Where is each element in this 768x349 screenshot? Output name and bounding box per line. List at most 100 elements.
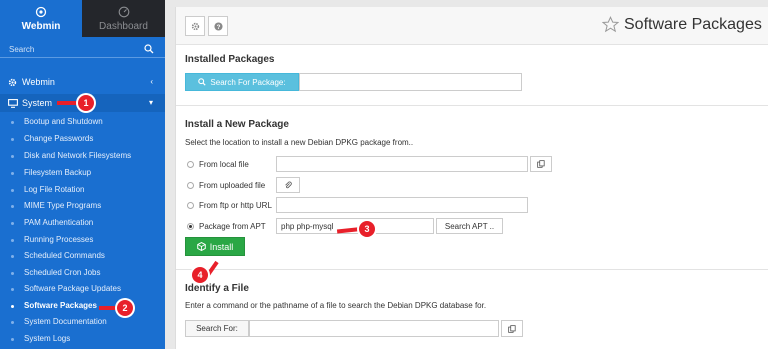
install-new-package-description: Select the location to install a new Deb… <box>185 138 414 147</box>
page-title: Software Packages <box>624 16 762 33</box>
sidebar-item-system-label: System <box>22 98 53 108</box>
bullet-icon <box>11 205 14 208</box>
gear-icon <box>191 22 199 30</box>
option-local-file[interactable]: From local file <box>187 157 249 171</box>
local-file-input[interactable] <box>276 156 528 172</box>
radio-uploaded-file[interactable] <box>187 181 194 189</box>
sidebar-subitem-label: MIME Type Programs <box>24 201 102 210</box>
monitor-icon <box>8 99 18 108</box>
section-divider <box>176 105 768 106</box>
copy-icon <box>537 160 545 168</box>
search-icon[interactable] <box>144 44 154 54</box>
sidebar-subitem-label: System Logs <box>24 334 71 343</box>
webmin-logo-icon <box>35 6 47 17</box>
sidebar-subitem-label: PAM Authentication <box>24 218 94 227</box>
sidebar-subitem-label: Scheduled Cron Jobs <box>24 268 101 277</box>
sidebar-subitem-filesystem-backup[interactable]: Filesystem Backup <box>0 165 165 181</box>
sidebar-subitem-label: Change Passwords <box>24 134 94 143</box>
bullet-icon <box>11 305 14 308</box>
option-uploaded-file-label: From uploaded file <box>199 180 266 190</box>
search-for-label: Search For: <box>185 320 249 337</box>
radio-ftp-http-url[interactable] <box>187 201 194 209</box>
chevron-left-icon: ‹ <box>150 77 153 86</box>
callout-pointer <box>57 101 79 105</box>
ftp-http-url-input[interactable] <box>276 197 528 213</box>
callout-badge-3: 3 <box>359 221 375 237</box>
search-for-package-label: Search For Package: <box>210 77 286 87</box>
bullet-icon <box>11 138 14 141</box>
star-icon[interactable] <box>602 16 619 33</box>
sidebar-subitem-label: Software Packages <box>24 301 97 310</box>
tab-dashboard[interactable]: Dashboard <box>82 0 165 37</box>
option-ftp-http-url[interactable]: From ftp or http URL <box>187 198 272 212</box>
dashboard-gauge-icon <box>118 6 129 17</box>
option-local-file-label: From local file <box>199 159 249 169</box>
sidebar-subitem-bootup[interactable]: Bootup and Shutdown <box>0 114 165 130</box>
module-config-button[interactable] <box>185 16 205 36</box>
identify-file-title: Identify a File <box>185 283 249 294</box>
sidebar-subitem-pam[interactable]: PAM Authentication <box>0 215 165 231</box>
identify-file-description: Enter a command or the pathname of a fil… <box>185 301 487 310</box>
sidebar-subitem-label: Filesystem Backup <box>24 168 92 177</box>
sidebar-subitem-change-passwords[interactable]: Change Passwords <box>0 131 165 147</box>
sidebar-subitem-label: Log File Rotation <box>24 185 85 194</box>
search-for-package-button[interactable]: Search For Package: <box>185 73 299 91</box>
sidebar-subitem-label: Running Processes <box>24 235 94 244</box>
bullet-icon <box>11 239 14 242</box>
sidebar-subitem-cron-jobs[interactable]: Scheduled Cron Jobs <box>0 265 165 281</box>
sidebar-subitem-package-updates[interactable]: Software Package Updates <box>0 281 165 297</box>
option-ftp-http-url-label: From ftp or http URL <box>199 200 272 210</box>
sidebar-subitem-running-processes[interactable]: Running Processes <box>0 232 165 248</box>
section-divider <box>176 269 768 270</box>
file-chooser-button[interactable] <box>530 156 552 172</box>
identify-file-chooser-button[interactable] <box>501 320 523 337</box>
sidebar-subitem-system-logs[interactable]: System Logs <box>0 331 165 347</box>
search-apt-button[interactable]: Search APT .. <box>436 218 503 234</box>
sidebar-search <box>0 41 165 58</box>
sidebar-item-webmin-label: Webmin <box>22 77 55 87</box>
sidebar-subitem-label: System Documentation <box>24 317 107 326</box>
sidebar-subitem-label: Disk and Network Filesystems <box>24 151 132 160</box>
bullet-icon <box>11 121 14 124</box>
option-package-from-apt[interactable]: Package from APT <box>187 219 266 233</box>
sidebar-subitem-disk-filesystems[interactable]: Disk and Network Filesystems <box>0 148 165 164</box>
bullet-icon <box>11 288 14 291</box>
bullet-icon <box>11 189 14 192</box>
help-button[interactable]: ? <box>208 16 228 36</box>
sidebar-top-tabs: Webmin Dashboard <box>0 0 165 37</box>
chevron-down-icon: ▾ <box>148 98 153 107</box>
bullet-icon <box>11 338 14 341</box>
bullet-icon <box>11 272 14 275</box>
bullet-icon <box>11 155 14 158</box>
sidebar-subitem-scheduled-commands[interactable]: Scheduled Commands <box>0 248 165 264</box>
install-new-package-title: Install a New Package <box>185 119 289 130</box>
callout-pointer <box>99 306 119 310</box>
sidebar-subitem-software-packages[interactable]: Software Packages <box>0 298 165 314</box>
tab-dashboard-label: Dashboard <box>99 20 148 32</box>
sidebar-subitem-mime-type[interactable]: MIME Type Programs <box>0 198 165 214</box>
sidebar-search-input[interactable] <box>9 42 139 57</box>
sidebar-item-webmin[interactable]: Webmin ‹ <box>0 73 165 91</box>
sidebar-subitem-system-documentation[interactable]: System Documentation <box>0 314 165 330</box>
sidebar-subitem-label: Scheduled Commands <box>24 251 105 260</box>
identify-file-input[interactable] <box>249 320 499 337</box>
sidebar-subitem-label: Bootup and Shutdown <box>24 117 103 126</box>
search-icon <box>198 78 207 86</box>
tab-webmin[interactable]: Webmin <box>0 0 82 37</box>
installed-packages-title: Installed Packages <box>185 54 275 65</box>
sidebar-subitem-log-rotation[interactable]: Log File Rotation <box>0 182 165 198</box>
radio-package-from-apt[interactable] <box>187 222 194 230</box>
option-package-from-apt-label: Package from APT <box>199 221 266 231</box>
copy-icon <box>508 324 516 333</box>
radio-local-file[interactable] <box>187 160 194 168</box>
search-for-package-input[interactable] <box>299 73 522 91</box>
bullet-icon <box>11 255 14 258</box>
callout-badge-4: 4 <box>192 267 208 283</box>
option-uploaded-file[interactable]: From uploaded file <box>187 178 265 192</box>
paperclip-icon <box>285 181 292 189</box>
package-box-icon <box>196 242 206 251</box>
install-button[interactable]: Install <box>185 237 245 256</box>
bullet-icon <box>11 321 14 324</box>
install-button-label: Install <box>209 241 234 252</box>
upload-attach-button[interactable] <box>276 177 300 193</box>
